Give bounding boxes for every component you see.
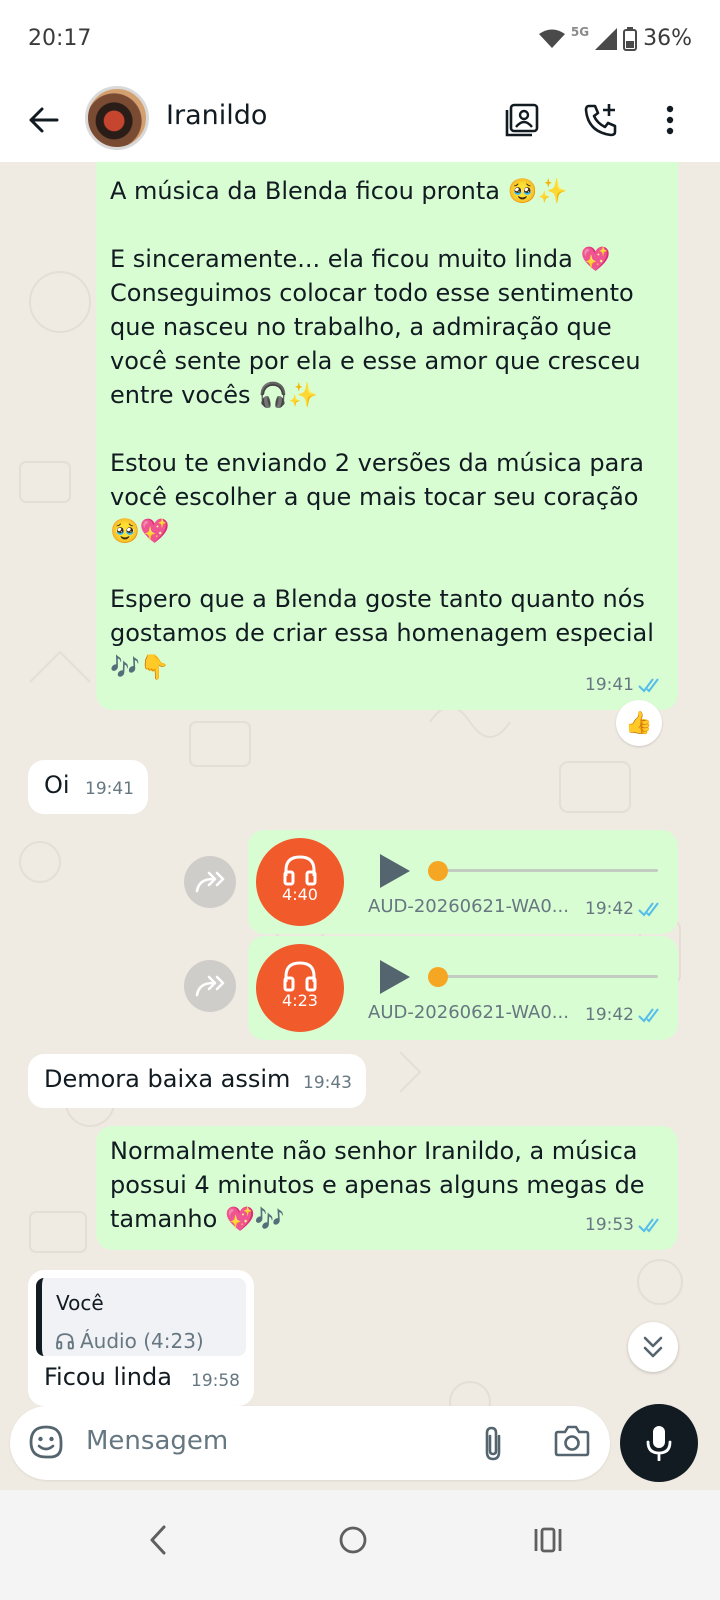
battery-icon — [623, 26, 638, 51]
status-time: 20:17 — [28, 26, 92, 51]
voice-record-button[interactable] — [620, 1404, 698, 1482]
message-bubble-incoming[interactable]: Você Áudio (4:23) Ficou linda 19:58 — [28, 1270, 254, 1406]
audio-progress-track[interactable] — [434, 869, 658, 872]
system-nav-bar — [0, 1490, 720, 1600]
sticker-icon[interactable] — [28, 1424, 64, 1460]
message-meta: 19:42 — [585, 892, 664, 926]
wifi-icon — [538, 29, 565, 48]
audio-filename: AUD-20260621-WA0... — [368, 1002, 569, 1023]
audio-seek-knob[interactable] — [428, 967, 448, 987]
audio-duration: 4:40 — [282, 885, 318, 904]
camera-icon[interactable] — [554, 1424, 590, 1458]
contact-name[interactable]: Iranildo — [166, 100, 267, 131]
add-call-button[interactable] — [577, 96, 625, 144]
scroll-to-bottom-button[interactable] — [628, 1322, 678, 1372]
play-icon[interactable] — [376, 852, 412, 890]
message-time: 19:41 — [85, 779, 134, 799]
chat-area[interactable]: A música da Blenda ficou pronta 🥹✨ E sin… — [0, 162, 720, 1430]
audio-avatar: 4:40 — [256, 838, 344, 926]
message-meta: 19:41 — [585, 668, 664, 702]
headphones-icon — [56, 1333, 74, 1350]
message-time: 19:42 — [585, 1005, 634, 1025]
more-vert-icon — [666, 105, 674, 135]
status-icons: 5G 36% — [538, 24, 692, 51]
contact-card-icon — [505, 103, 539, 137]
forward-button[interactable] — [184, 960, 236, 1012]
message-time: 19:53 — [585, 1215, 634, 1235]
quoted-message[interactable]: Você Áudio (4:23) — [36, 1278, 246, 1356]
message-time: 19:41 — [585, 675, 634, 695]
signal-icon — [595, 27, 618, 50]
forward-icon — [195, 975, 225, 997]
more-options-button[interactable] — [646, 96, 694, 144]
mic-icon — [646, 1426, 672, 1461]
message-bubble-outgoing[interactable]: A música da Blenda ficou pronta 🥹✨ E sin… — [96, 162, 678, 710]
quote-author: Você — [56, 1291, 104, 1315]
back-arrow-icon — [29, 107, 59, 133]
double-check-icon — [638, 902, 659, 917]
reaction-emoji: 👍 — [625, 710, 653, 736]
message-bubble-outgoing[interactable]: Normalmente não senhor Iranildo, a músic… — [96, 1126, 678, 1250]
audio-seek-knob[interactable] — [428, 861, 448, 881]
quote-text: Áudio (4:23) — [80, 1329, 204, 1353]
message-meta: 19:42 — [585, 998, 664, 1032]
audio-avatar: 4:23 — [256, 944, 344, 1032]
nav-recents-button[interactable] — [518, 1510, 578, 1570]
message-bubble-incoming[interactable]: Demora baixa assim 19:43 — [28, 1054, 366, 1108]
chevrons-down-icon — [643, 1336, 663, 1358]
message-composer[interactable]: Mensagem — [10, 1406, 610, 1480]
status-bar: 20:17 5G 36% — [0, 0, 720, 80]
message-meta: 19:43 — [303, 1066, 352, 1100]
audio-duration: 4:23 — [282, 991, 318, 1010]
nav-back-icon — [150, 1525, 166, 1555]
contact-card-button[interactable] — [498, 96, 546, 144]
contact-avatar[interactable] — [85, 86, 149, 150]
nav-home-icon — [339, 1526, 367, 1554]
quote-content: Áudio (4:23) — [56, 1324, 232, 1358]
battery-percent: 36% — [643, 26, 692, 51]
nav-home-button[interactable] — [323, 1510, 383, 1570]
chat-header: Iranildo — [0, 80, 720, 162]
message-input[interactable]: Mensagem — [86, 1426, 228, 1456]
message-meta: 19:53 — [585, 1208, 664, 1242]
message-time: 19:58 — [191, 1371, 240, 1391]
message-meta: 19:41 — [85, 772, 134, 806]
network-type: 5G — [570, 24, 590, 39]
double-check-icon — [638, 678, 659, 693]
add-call-icon — [584, 104, 617, 137]
audio-message-bubble[interactable]: 4:40 AUD-20260621-WA0... 19:42 — [248, 830, 678, 934]
nav-back-button[interactable] — [128, 1510, 188, 1570]
audio-message-bubble[interactable]: 4:23 AUD-20260621-WA0... 19:42 — [248, 936, 678, 1040]
forward-button[interactable] — [184, 856, 236, 908]
play-icon[interactable] — [376, 958, 412, 996]
message-text: Ficou linda — [44, 1363, 172, 1391]
audio-filename: AUD-20260621-WA0... — [368, 896, 569, 917]
double-check-icon — [638, 1218, 659, 1233]
reaction-badge[interactable]: 👍 — [616, 700, 662, 746]
message-time: 19:42 — [585, 899, 634, 919]
message-meta: 19:58 — [191, 1364, 240, 1398]
audio-progress-track[interactable] — [434, 975, 658, 978]
nav-recents-icon — [534, 1527, 562, 1553]
message-time: 19:43 — [303, 1073, 352, 1093]
forward-icon — [195, 871, 225, 893]
message-text: A música da Blenda ficou pronta 🥹✨ E sin… — [110, 177, 654, 681]
back-button[interactable] — [20, 96, 68, 144]
message-bubble-incoming[interactable]: Oi 19:41 — [28, 760, 148, 814]
double-check-icon — [638, 1008, 659, 1023]
attach-icon[interactable] — [478, 1424, 508, 1462]
